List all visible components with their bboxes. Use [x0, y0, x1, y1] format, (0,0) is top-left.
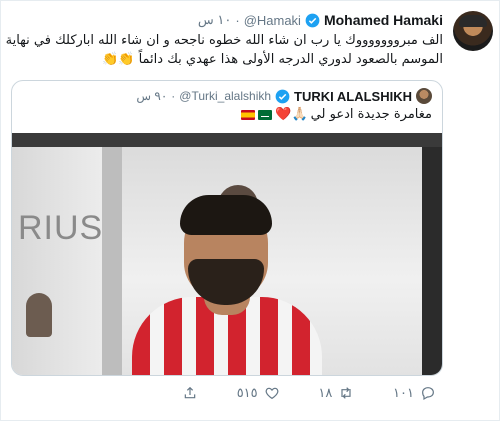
like-count: ٥١٥: [236, 385, 258, 401]
tweet-text: الف مبروووووووك يا رب ان شاء الله خطوه ن…: [5, 33, 443, 67]
tweet-header: Mohamed Hamaki @Hamaki · ١٠ س: [198, 10, 443, 30]
quote-text: مغامرة جديدة ادعو لي: [310, 107, 432, 122]
retweet-button[interactable]: ١٨: [318, 385, 354, 401]
quoted-tweet[interactable]: TURKI ALALSHIKH @Turki_alalshikh · ٩٠ س …: [11, 80, 443, 376]
quote-verified-badge-icon: [275, 89, 290, 103]
spain-flag-icon: [241, 109, 256, 120]
quote-photo[interactable]: RIUS: [12, 133, 442, 375]
photo-person: [132, 195, 322, 375]
quote-text-row: مغامرة جديدة ادعو لي 🙏🏻❤️: [241, 107, 432, 122]
quote-time: ٩٠ س: [136, 89, 168, 103]
author-avatar[interactable]: [453, 11, 493, 51]
quote-header: TURKI ALALSHIKH @Turki_alalshikh · ٩٠ س: [136, 87, 432, 105]
quote-author-handle: @Turki_alalshikh: [179, 89, 272, 103]
separator-dot: ·: [235, 12, 240, 28]
retweet-count: ١٨: [318, 385, 333, 401]
background-person-2: [26, 293, 52, 337]
reply-button[interactable]: ١٠١: [393, 385, 436, 401]
quote-separator-dot: ·: [171, 89, 176, 103]
quote-author-name: TURKI ALALSHIKH: [294, 88, 412, 104]
tweet-card[interactable]: Mohamed Hamaki @Hamaki · ١٠ س الف مبرووو…: [0, 0, 500, 421]
quote-emoji: 🙏🏻❤️: [275, 107, 308, 122]
share-button[interactable]: [176, 385, 198, 401]
retweet-icon: [341, 387, 351, 399]
share-icon: [184, 386, 196, 399]
photo-sign-text: RIUS: [18, 209, 104, 247]
author-handle[interactable]: @Hamaki: [244, 13, 301, 28]
tweet-time[interactable]: ١٠ س: [198, 12, 231, 28]
quote-avatar[interactable]: [416, 88, 432, 104]
like-button[interactable]: ٥١٥: [237, 385, 280, 401]
reply-icon: [422, 387, 434, 401]
author-name[interactable]: Mohamed Hamaki: [324, 12, 443, 28]
reply-count: ١٠١: [393, 385, 414, 401]
heart-icon: [265, 387, 279, 400]
saudi-flag-icon: [258, 109, 273, 120]
tweet-actions: ١٠١ ١٨ ٥١٥: [176, 381, 436, 405]
verified-badge-icon: [305, 13, 320, 27]
